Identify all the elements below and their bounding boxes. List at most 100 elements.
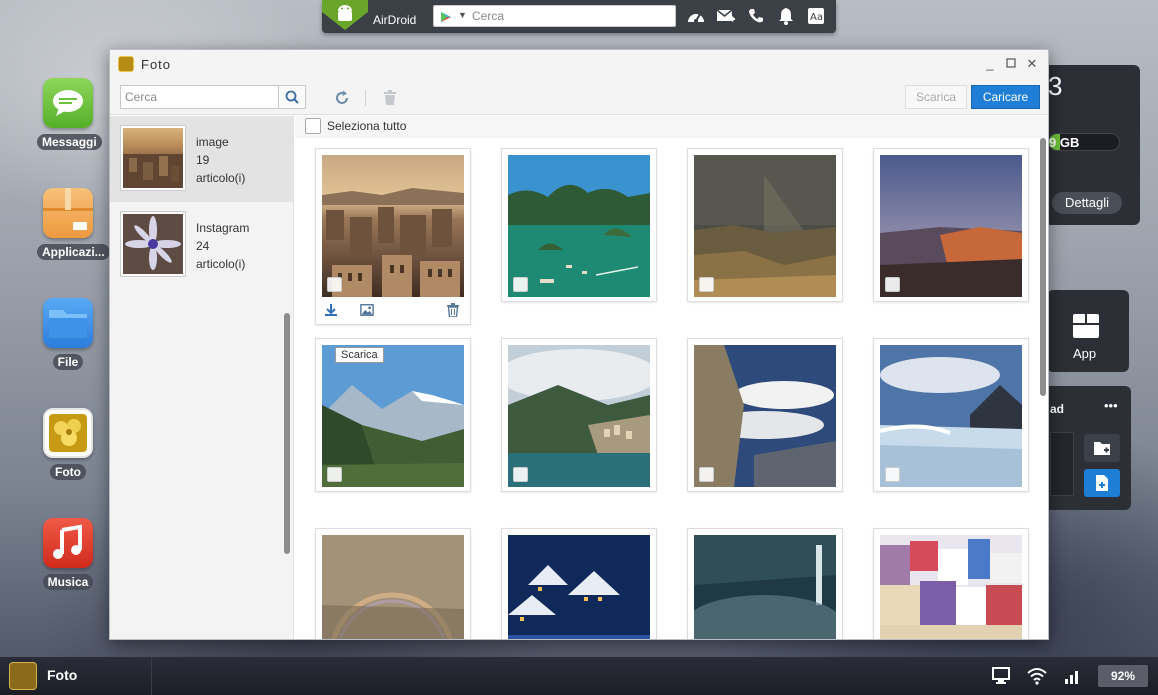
window-titlebar[interactable]: Foto _ ✕ xyxy=(110,50,1048,80)
photo-checkbox[interactable] xyxy=(885,277,900,292)
minimize-icon[interactable]: _ xyxy=(983,57,997,71)
dock-label: File xyxy=(52,354,84,370)
wifi-icon[interactable] xyxy=(1026,665,1048,687)
photo-card[interactable] xyxy=(874,339,1028,491)
delete-button[interactable] xyxy=(381,89,399,107)
photo-alpine-valley xyxy=(322,345,464,487)
photo-card[interactable] xyxy=(874,529,1028,639)
album-count-unit: articolo(i) xyxy=(196,171,246,185)
search-button[interactable] xyxy=(278,86,305,108)
album-name: Instagram 24 articolo(i) xyxy=(196,221,250,271)
search-input[interactable] xyxy=(121,86,279,108)
select-all-label: Seleziona tutto xyxy=(327,119,407,133)
folder-add-icon xyxy=(1094,442,1110,455)
photo-card[interactable] xyxy=(502,339,656,491)
upload-widget-title: ad xyxy=(1050,402,1065,416)
photo-card[interactable] xyxy=(688,149,842,301)
photo-icon xyxy=(9,662,37,690)
apps-box-icon xyxy=(43,188,93,238)
download-tooltip: Scarica xyxy=(335,347,384,363)
trash-icon[interactable] xyxy=(446,303,460,317)
refresh-button[interactable] xyxy=(333,89,351,107)
upload-button[interactable]: Caricare xyxy=(971,85,1040,109)
photo-icon xyxy=(118,56,134,72)
dock-item-file[interactable]: File xyxy=(37,298,99,375)
photo-grid-area: Seleziona tutto Scarica xyxy=(295,116,1048,639)
upload-drop-area[interactable] xyxy=(1050,432,1074,496)
photo-card[interactable] xyxy=(688,339,842,491)
album-item-instagram[interactable]: Instagram 24 articolo(i) xyxy=(110,202,294,288)
photo-card[interactable] xyxy=(316,149,470,324)
photo-cliff-clouds xyxy=(694,345,836,487)
close-icon[interactable]: ✕ xyxy=(1025,57,1039,71)
play-store-search[interactable]: ▼ Cerca xyxy=(433,5,676,27)
select-all-row: Seleziona tutto xyxy=(295,116,1048,138)
download-button[interactable]: Scarica xyxy=(905,85,967,109)
photo-old-city-sunset xyxy=(322,155,464,297)
phone-icon[interactable] xyxy=(746,6,766,26)
photo-checkbox[interactable] xyxy=(327,277,342,292)
photo-bay-islands xyxy=(508,155,650,297)
bell-icon[interactable] xyxy=(776,6,796,26)
photo-card[interactable] xyxy=(688,529,842,639)
download-icon[interactable] xyxy=(324,303,338,317)
signal-icon[interactable] xyxy=(1062,665,1084,687)
window-toolbar: Scarica Caricare xyxy=(110,80,1048,115)
font-icon[interactable]: Aa xyxy=(806,6,826,26)
photo-colorful-houses xyxy=(880,535,1022,639)
taskbar-app-foto[interactable]: Foto xyxy=(0,657,152,695)
upload-folder-button[interactable] xyxy=(1084,434,1120,462)
app-box-icon xyxy=(1073,314,1099,338)
app-widget-label: App xyxy=(1073,346,1097,361)
battery-level: 92% xyxy=(1098,665,1148,687)
photo-rainbow-fog xyxy=(322,535,464,639)
mail-add-icon[interactable] xyxy=(716,6,736,26)
set-wallpaper-icon[interactable] xyxy=(360,303,374,317)
dock-label: Foto xyxy=(50,464,86,480)
dock-item-foto[interactable]: Foto xyxy=(37,408,99,485)
dock-item-musica[interactable]: Musica xyxy=(37,518,99,595)
dock-label: Messaggi xyxy=(37,134,102,150)
album-sidebar: image 19 articolo(i) Instagram 24 artico… xyxy=(110,116,294,639)
album-count-unit: articolo(i) xyxy=(196,257,246,271)
airdroid-logo[interactable] xyxy=(322,0,368,30)
photo-card[interactable] xyxy=(874,149,1028,301)
photo-checkbox[interactable] xyxy=(885,467,900,482)
airdroid-topbar: AirDroid ▼ Cerca Aa xyxy=(322,0,836,33)
svg-text:Aa: Aa xyxy=(810,12,823,23)
monitor-icon[interactable] xyxy=(990,665,1012,687)
photo-checkbox[interactable] xyxy=(513,467,528,482)
photo-card[interactable] xyxy=(502,529,656,639)
album-thumbnail xyxy=(121,212,185,276)
photo-card[interactable] xyxy=(502,149,656,301)
photo-checkbox[interactable] xyxy=(699,277,714,292)
dock-item-messaggi[interactable]: Messaggi xyxy=(37,78,102,155)
album-count: 19 xyxy=(196,153,210,167)
storage-number: 3 xyxy=(1048,71,1063,101)
app-widget[interactable]: App xyxy=(1047,290,1129,372)
sidebar-scrollbar[interactable] xyxy=(284,313,290,554)
photo-card[interactable] xyxy=(316,529,470,639)
select-all-checkbox[interactable] xyxy=(305,118,321,134)
photo-icon xyxy=(43,408,93,458)
photo-checkbox[interactable] xyxy=(699,467,714,482)
photo-card[interactable]: Scarica xyxy=(316,339,470,491)
upload-widget: ad ••• xyxy=(1040,386,1131,510)
dashboard-icon[interactable] xyxy=(686,6,706,26)
maximize-icon[interactable] xyxy=(1004,57,1018,71)
photo-coastal-village xyxy=(508,345,650,487)
photo-checkbox[interactable] xyxy=(513,277,528,292)
photo-checkbox[interactable] xyxy=(327,467,342,482)
search-placeholder: Cerca xyxy=(472,9,505,23)
content-scrollbar[interactable] xyxy=(1040,138,1046,396)
dock-item-applicazioni[interactable]: Applicazi... xyxy=(37,188,110,265)
details-button[interactable]: Dettagli xyxy=(1052,192,1122,214)
album-item-image[interactable]: image 19 articolo(i) xyxy=(110,116,294,202)
chevron-down-icon[interactable]: ▼ xyxy=(458,10,467,20)
upload-file-button[interactable] xyxy=(1084,469,1120,497)
window-title: Foto xyxy=(141,57,172,72)
photo-glacier xyxy=(880,345,1022,487)
album-count: 24 xyxy=(196,239,210,253)
album-thumbnail xyxy=(121,126,185,190)
more-icon[interactable]: ••• xyxy=(1104,398,1118,413)
